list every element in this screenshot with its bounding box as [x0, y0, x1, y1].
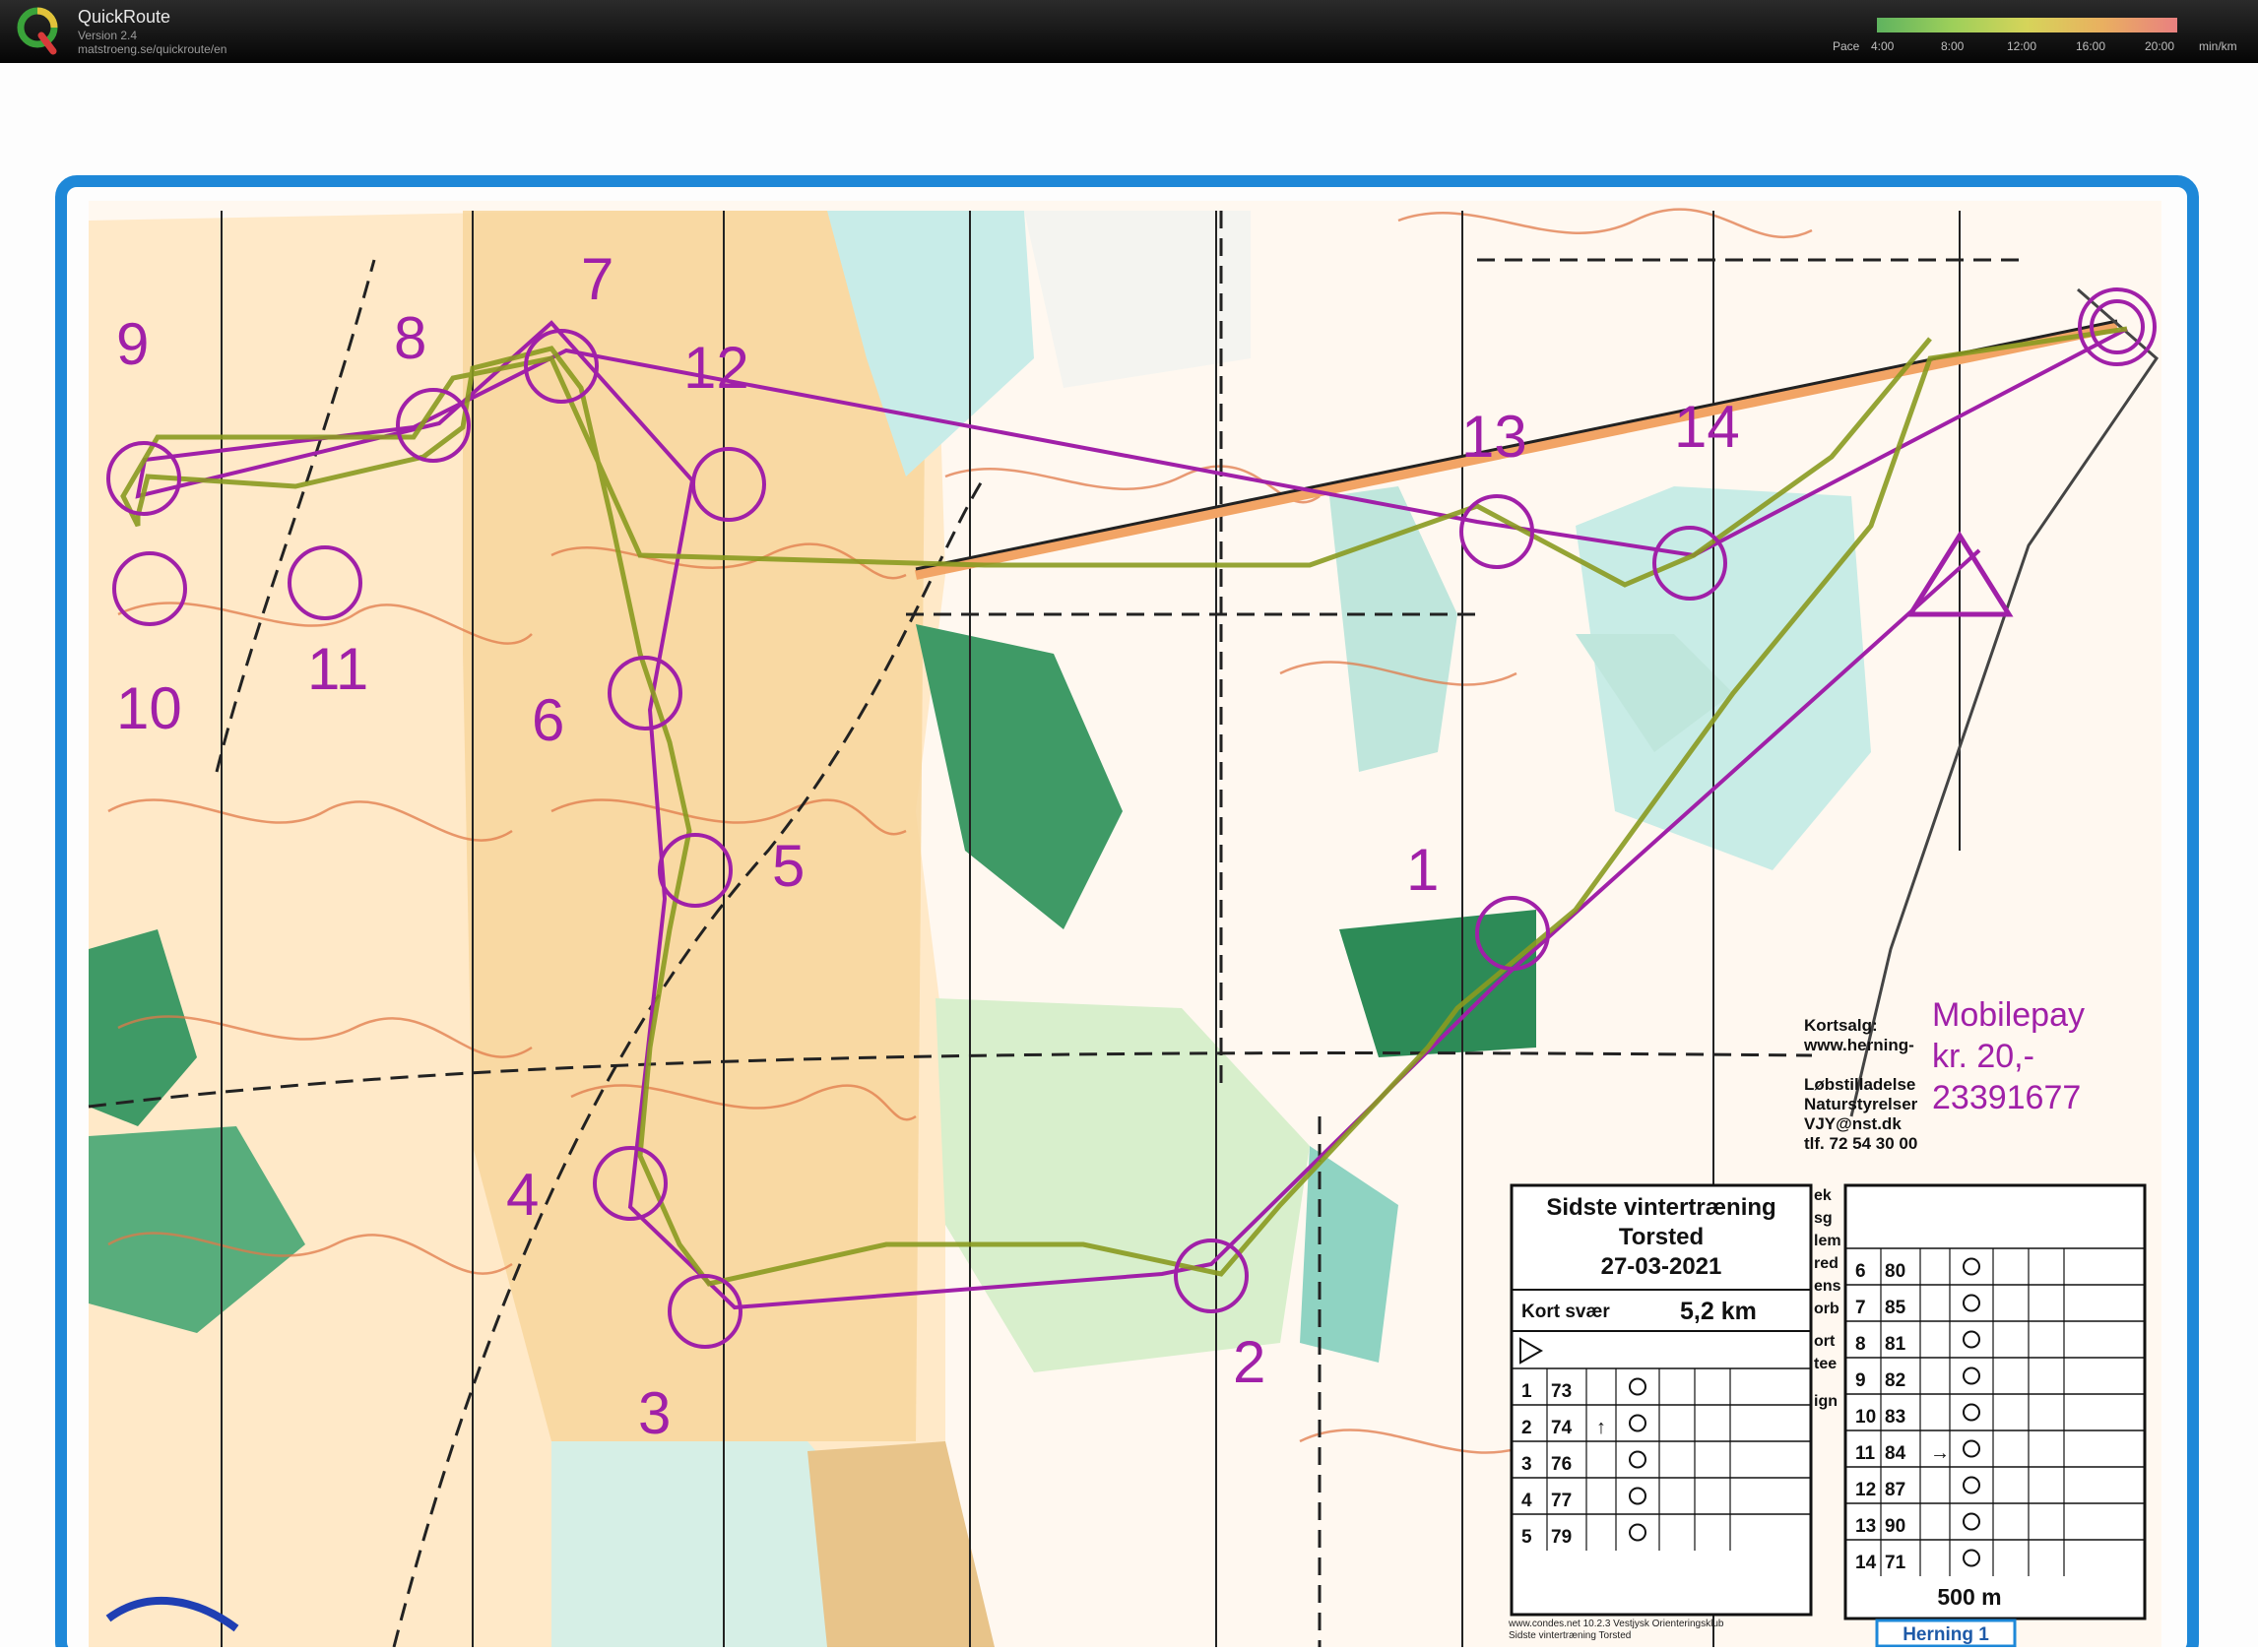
direction-symbol: → — [1930, 1442, 1950, 1464]
control-number: 5 — [772, 833, 805, 899]
partial-text: red — [1814, 1255, 1839, 1272]
mobilepay-line: Mobilepay — [1932, 996, 2085, 1034]
partial-text: ens — [1814, 1278, 1841, 1295]
control-number: 1 — [1406, 837, 1439, 903]
partial-text: orb — [1814, 1301, 1839, 1317]
control-order: 4 — [1521, 1491, 1532, 1511]
control-code: 71 — [1885, 1553, 1906, 1573]
footer-course: Sidste vintertræning Torsted — [1509, 1630, 1631, 1641]
control-order: 8 — [1855, 1334, 1866, 1355]
control-number: 14 — [1674, 394, 1740, 460]
control-order: 5 — [1521, 1527, 1532, 1548]
control-order: 2 — [1521, 1418, 1532, 1438]
sheet-label: Herning 1 — [1903, 1624, 1989, 1645]
mobilepay-line: kr. 20,- — [1932, 1038, 2034, 1075]
control-code: 83 — [1885, 1407, 1905, 1428]
quickroute-logo — [17, 7, 58, 55]
control-order: 11 — [1855, 1443, 1876, 1464]
control-code: 76 — [1551, 1454, 1572, 1475]
control-order: 3 — [1521, 1454, 1532, 1475]
pace-tick: 20:00 — [2145, 39, 2175, 53]
control-number: 11 — [307, 636, 368, 702]
control-number: 4 — [506, 1162, 539, 1228]
sales-line: tlf. 72 54 30 00 — [1804, 1134, 1917, 1153]
event-card: Sidste vintertræning Torsted 27-03-2021 … — [1510, 1183, 1813, 1617]
control-order: 9 — [1855, 1370, 1866, 1391]
event-place: Torsted — [1619, 1224, 1704, 1250]
control-order: 13 — [1855, 1516, 1876, 1537]
control-number: 12 — [683, 335, 749, 401]
sales-line: www.herning- — [1803, 1036, 1914, 1054]
control-number: 3 — [638, 1380, 671, 1446]
control-order: 14 — [1855, 1553, 1877, 1573]
partial-text: lem — [1814, 1233, 1841, 1249]
control-number: 2 — [1233, 1329, 1265, 1395]
title-bar: QuickRoute Version 2.4 matstroeng.se/qui… — [0, 0, 2258, 63]
control-number: 9 — [116, 311, 149, 377]
orienteering-map[interactable]: 1 2 3 4 5 6 7 8 9 10 11 12 13 14 Kortsal… — [0, 63, 2258, 1652]
course-length: 5,2 km — [1680, 1298, 1757, 1325]
control-number: 7 — [581, 246, 613, 312]
control-code: 81 — [1885, 1334, 1906, 1355]
pace-unit: min/km — [2199, 39, 2237, 53]
pace-tick: 4:00 — [1871, 39, 1895, 53]
course-name: Kort svær — [1521, 1302, 1610, 1322]
pace-label: Pace — [1833, 39, 1860, 53]
control-code: 84 — [1885, 1443, 1906, 1464]
control-code: 77 — [1551, 1491, 1572, 1511]
control-code: 87 — [1885, 1480, 1905, 1500]
app-version: Version 2.4 — [78, 29, 138, 42]
control-number: 13 — [1461, 404, 1527, 470]
event-title: Sidste vintertræning — [1546, 1194, 1775, 1221]
partial-text: tee — [1814, 1356, 1837, 1372]
control-code: 79 — [1551, 1527, 1572, 1548]
control-code: 73 — [1551, 1381, 1572, 1402]
pace-tick: 12:00 — [2007, 39, 2037, 53]
control-code: 80 — [1885, 1261, 1905, 1282]
partial-text: ign — [1814, 1393, 1838, 1410]
sales-line: Naturstyrelser — [1804, 1095, 1918, 1113]
map-viewport[interactable]: 1 2 3 4 5 6 7 8 9 10 11 12 13 14 Kortsal… — [0, 63, 2258, 1652]
control-order: 10 — [1855, 1407, 1876, 1428]
direction-symbol: ↑ — [1596, 1417, 1606, 1438]
event-date: 27-03-2021 — [1601, 1253, 1722, 1280]
pace-tick: 16:00 — [2076, 39, 2106, 53]
control-order: 12 — [1855, 1480, 1876, 1500]
partial-text: sg — [1814, 1210, 1833, 1227]
app-title: QuickRoute — [78, 7, 171, 27]
pace-color-scale — [1877, 18, 2177, 32]
pace-tick: 8:00 — [1941, 39, 1965, 53]
control-order: 6 — [1855, 1261, 1866, 1282]
control-code: 90 — [1885, 1516, 1905, 1537]
control-number: 10 — [116, 675, 182, 741]
partial-text: ek — [1814, 1187, 1832, 1204]
sales-line: Løbstilladelse — [1804, 1075, 1915, 1094]
control-number: 6 — [532, 687, 564, 753]
partial-text: ort — [1814, 1333, 1836, 1350]
mobilepay-line: 23391677 — [1932, 1079, 2081, 1116]
app-url[interactable]: matstroeng.se/quickroute/en — [78, 42, 226, 56]
control-code: 82 — [1885, 1370, 1905, 1391]
scale-label: 500 m — [1937, 1584, 2001, 1610]
control-code: 74 — [1551, 1418, 1573, 1438]
control-number: 8 — [394, 305, 426, 371]
sales-line: VJY@nst.dk — [1804, 1114, 1902, 1133]
control-order: 7 — [1855, 1298, 1866, 1318]
control-code: 85 — [1885, 1298, 1906, 1318]
footer-credit: www.condes.net 10.2.3 Vestjysk Orienteri… — [1508, 1619, 1724, 1629]
sales-line: Kortsalg: — [1804, 1016, 1878, 1035]
control-order: 1 — [1521, 1381, 1532, 1402]
control-description-table: 6 80 7 85 8 81 9 82 10 83 11 84 → 12 87 13 90 14 71 500 m — [1843, 1183, 2147, 1620]
